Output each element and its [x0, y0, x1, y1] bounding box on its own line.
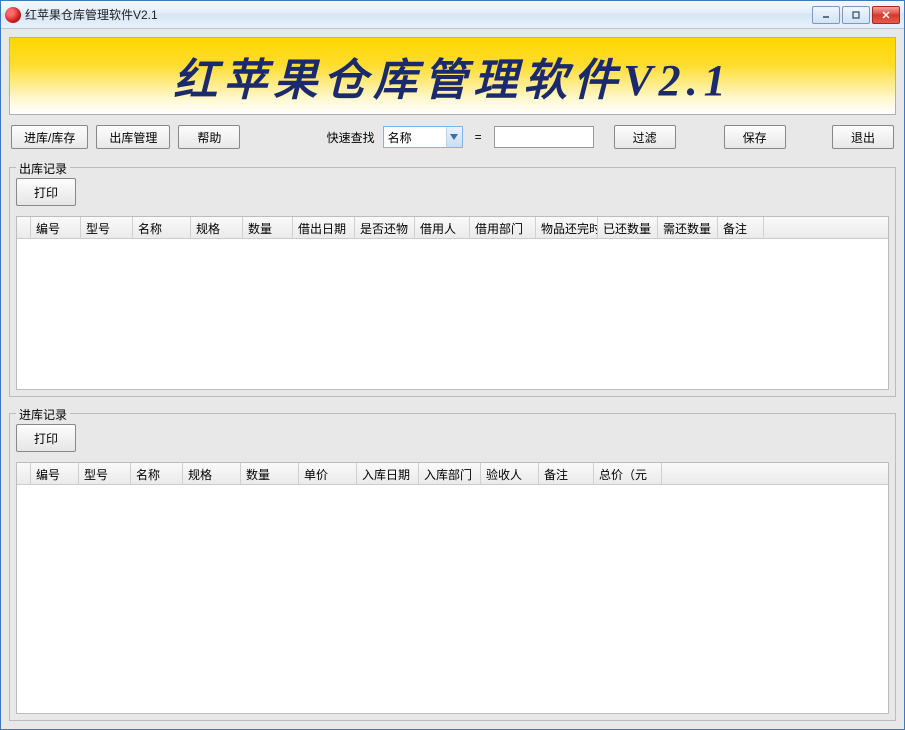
equals-label: =	[471, 130, 486, 144]
col-header[interactable]: 编号	[31, 463, 79, 484]
minimize-button[interactable]	[812, 6, 840, 24]
outbound-panel-label: 出库记录	[16, 160, 70, 177]
col-header[interactable]: 物品还完时	[536, 217, 598, 238]
maximize-button[interactable]	[842, 6, 870, 24]
inbound-panel: 进库记录 打印 编号 型号 名称 规格 数量 单价 入库日期 入库部门	[9, 413, 896, 721]
col-header[interactable]: 入库日期	[357, 463, 419, 484]
col-header[interactable]: 需还数量	[658, 217, 718, 238]
col-header[interactable]: 规格	[183, 463, 241, 484]
stock-in-button[interactable]: 进库/库存	[11, 125, 88, 149]
inbound-table[interactable]: 编号 型号 名称 规格 数量 单价 入库日期 入库部门 验收人 备注 总价（元	[16, 462, 889, 714]
close-button[interactable]	[872, 6, 900, 24]
content-area: 红苹果仓库管理软件V2.1 进库/库存 出库管理 帮助 快速查找 = 过滤 保存…	[1, 29, 904, 729]
help-button[interactable]: 帮助	[178, 125, 240, 149]
col-header[interactable]: 验收人	[481, 463, 539, 484]
col-header[interactable]: 借用部门	[470, 217, 536, 238]
col-header[interactable]: 入库部门	[419, 463, 481, 484]
inbound-table-header: 编号 型号 名称 规格 数量 单价 入库日期 入库部门 验收人 备注 总价（元	[17, 463, 888, 485]
search-value-input[interactable]	[494, 126, 594, 148]
col-header[interactable]: 是否还物	[355, 217, 415, 238]
col-header[interactable]: 编号	[31, 217, 81, 238]
app-icon	[5, 7, 21, 23]
window-controls	[812, 6, 900, 24]
outbound-panel: 出库记录 打印 编号 型号 名称 规格 数量 借出日期 是否还物 借用人	[9, 167, 896, 397]
main-toolbar: 进库/库存 出库管理 帮助 快速查找 = 过滤 保存 退出	[9, 121, 896, 153]
col-header[interactable]: 规格	[191, 217, 243, 238]
col-header[interactable]: 单价	[299, 463, 357, 484]
app-window: 红苹果仓库管理软件V2.1 红苹果仓库管理软件V2.1 进库/库存 出库管理 帮…	[0, 0, 905, 730]
col-header[interactable]: 备注	[718, 217, 764, 238]
exit-button[interactable]: 退出	[832, 125, 894, 149]
outbound-table[interactable]: 编号 型号 名称 规格 数量 借出日期 是否还物 借用人 借用部门 物品还完时 …	[16, 216, 889, 390]
search-field-select-wrap	[383, 126, 463, 148]
banner: 红苹果仓库管理软件V2.1	[9, 37, 896, 115]
col-header[interactable]: 数量	[241, 463, 299, 484]
col-header[interactable]: 借用人	[415, 217, 470, 238]
banner-title: 红苹果仓库管理软件V2.1	[173, 44, 731, 108]
col-header[interactable]: 型号	[81, 217, 133, 238]
filter-button[interactable]: 过滤	[614, 125, 676, 149]
col-header[interactable]: 型号	[79, 463, 131, 484]
row-selector-header	[17, 217, 31, 238]
search-field-select[interactable]	[383, 126, 463, 148]
col-header[interactable]: 已还数量	[598, 217, 658, 238]
col-header[interactable]: 借出日期	[293, 217, 355, 238]
outbound-print-button[interactable]: 打印	[16, 178, 76, 206]
stock-out-button[interactable]: 出库管理	[96, 125, 170, 149]
window-title: 红苹果仓库管理软件V2.1	[25, 6, 812, 23]
row-selector-header	[17, 463, 31, 484]
save-button[interactable]: 保存	[724, 125, 786, 149]
outbound-table-header: 编号 型号 名称 规格 数量 借出日期 是否还物 借用人 借用部门 物品还完时 …	[17, 217, 888, 239]
col-header[interactable]: 名称	[133, 217, 191, 238]
col-header[interactable]: 名称	[131, 463, 183, 484]
col-header[interactable]: 备注	[539, 463, 594, 484]
inbound-print-button[interactable]: 打印	[16, 424, 76, 452]
col-header[interactable]: 总价（元	[594, 463, 662, 484]
col-header[interactable]: 数量	[243, 217, 293, 238]
quick-search-label: 快速查找	[287, 129, 375, 146]
titlebar[interactable]: 红苹果仓库管理软件V2.1	[1, 1, 904, 29]
inbound-panel-label: 进库记录	[16, 406, 70, 423]
